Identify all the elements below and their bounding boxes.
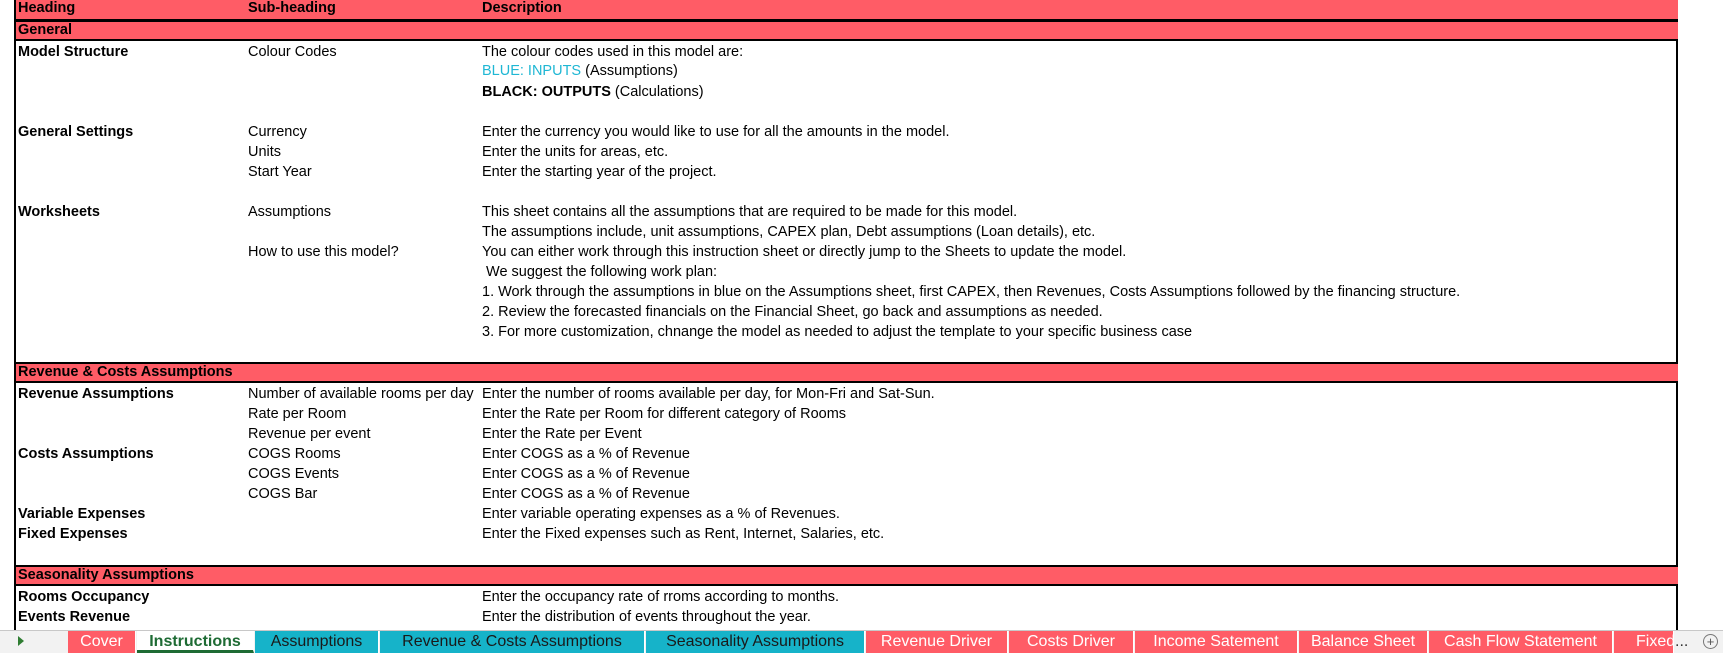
table-row[interactable]: The assumptions include, unit assumption… — [16, 222, 1678, 242]
row-description: 1. Work through the assumptions in blue … — [482, 284, 1461, 300]
section-general: General — [16, 20, 1678, 41]
row-description: Enter the number of rooms available per … — [482, 386, 935, 402]
row-heading: Events Revenue — [18, 609, 131, 625]
row-description: Enter variable operating expenses as a %… — [482, 506, 840, 522]
tab-fixed[interactable]: Fixed — [1614, 631, 1674, 653]
tab-costs-driver[interactable]: Costs Driver — [1009, 631, 1134, 653]
row-subheading: Currency — [248, 124, 307, 140]
table-row[interactable]: COGS Bar Enter COGS as a % of Revenue — [16, 484, 1678, 504]
tab-income-statement[interactable]: Income Satement — [1135, 631, 1298, 653]
tab-balance-sheet[interactable]: Balance Sheet — [1299, 631, 1428, 653]
row-description: You can either work through this instruc… — [482, 244, 1127, 260]
table-row[interactable]: How to use this model? You can either wo… — [16, 242, 1678, 262]
table-row[interactable]: 3. For more customization, chnange the m… — [16, 322, 1678, 342]
row-heading: Revenue Assumptions — [18, 386, 174, 402]
row-heading: General Settings — [18, 124, 134, 140]
row-description: Enter the starting year of the project. — [482, 164, 717, 180]
more-tabs-ellipsis[interactable]: ... — [1675, 631, 1688, 653]
row-description: This sheet contains all the assumptions … — [482, 204, 1018, 220]
tab-cash-flow-statement[interactable]: Cash Flow Statement — [1429, 631, 1613, 653]
row-subheading: Rate per Room — [248, 406, 347, 422]
section-title: General — [18, 22, 72, 38]
table-row[interactable]: Variable Expenses Enter variable operati… — [16, 504, 1678, 524]
row-description: Enter COGS as a % of Revenue — [482, 446, 690, 462]
row-description: The colour codes used in this model are: — [482, 44, 744, 60]
row-description: Enter the units for areas, etc. — [482, 144, 669, 160]
scroll-tabs-right-icon[interactable] — [18, 636, 24, 646]
table-row[interactable]: Revenue per event Enter the Rate per Eve… — [16, 424, 1678, 444]
row-description: Enter the occupancy rate of rroms accord… — [482, 589, 840, 605]
row-description: The assumptions include, unit assumption… — [482, 224, 1096, 240]
row-description: Enter the Rate per Room for different ca… — [482, 406, 847, 422]
table-row[interactable]: 2. Review the forecasted financials on t… — [16, 302, 1678, 322]
blue-inputs-note: (Assumptions) — [581, 63, 678, 79]
row-description: Enter the Rate per Event — [482, 426, 642, 442]
row-description: 3. For more customization, chnange the m… — [482, 324, 1193, 340]
row-subheading: Units — [248, 144, 282, 160]
section-title: Revenue & Costs Assumptions — [18, 364, 233, 380]
row-description: Enter COGS as a % of Revenue — [482, 486, 690, 502]
column-header-row: Heading Sub-heading Description — [16, 0, 1678, 21]
table-row[interactable]: Costs Assumptions COGS Rooms Enter COGS … — [16, 444, 1678, 464]
table-row[interactable]: COGS Events Enter COGS as a % of Revenue — [16, 464, 1678, 484]
row-heading: Variable Expenses — [18, 506, 146, 522]
table-row[interactable]: BLUE: INPUTS (Assumptions) — [16, 61, 1678, 81]
row-heading: Model Structure — [18, 44, 129, 60]
row-subheading: Start Year — [248, 164, 312, 180]
row-subheading: How to use this model? — [248, 244, 399, 260]
row-description: We suggest the following work plan: — [482, 264, 718, 280]
table-row[interactable]: General Settings Currency Enter the curr… — [16, 122, 1678, 142]
table-row[interactable]: Rooms Occupancy Enter the occupancy rate… — [16, 587, 1678, 607]
tab-cover[interactable]: Cover — [68, 631, 136, 653]
row-description: Enter the currency you would like to use… — [482, 124, 950, 140]
row-subheading: Assumptions — [248, 204, 332, 220]
table-row[interactable]: We suggest the following work plan: — [16, 262, 1678, 282]
row-description: Enter the distribution of events through… — [482, 609, 811, 625]
subheading-column-header: Sub-heading — [248, 0, 336, 16]
heading-column-header: Heading — [18, 0, 76, 16]
table-row[interactable]: Fixed Expenses Enter the Fixed expenses … — [16, 524, 1678, 544]
table-row[interactable]: Units Enter the units for areas, etc. — [16, 142, 1678, 162]
row-description: Enter COGS as a % of Revenue — [482, 466, 690, 482]
black-outputs-note: (Calculations) — [610, 84, 704, 100]
row-description: BLACK: OUTPUTS (Calculations) — [482, 82, 704, 102]
tab-assumptions[interactable]: Assumptions — [255, 631, 379, 653]
section-revenue-costs: Revenue & Costs Assumptions — [16, 362, 1678, 383]
tab-seasonality-assumptions[interactable]: Seasonality Assumptions — [646, 631, 865, 653]
row-heading: Costs Assumptions — [18, 446, 154, 462]
table-row[interactable]: Revenue Assumptions Number of available … — [16, 384, 1678, 404]
sheet-tab-bar: Cover Instructions Assumptions Revenue &… — [0, 630, 1723, 653]
tab-instructions[interactable]: Instructions — [137, 631, 254, 653]
table-row[interactable]: Worksheets Assumptions This sheet contai… — [16, 202, 1678, 222]
black-outputs-label: BLACK: OUTPUTS — [482, 84, 611, 100]
row-heading: Rooms Occupancy — [18, 589, 150, 605]
row-subheading: COGS Bar — [248, 486, 318, 502]
row-heading: Worksheets — [18, 204, 100, 220]
table-row[interactable]: Rate per Room Enter the Rate per Room fo… — [16, 404, 1678, 424]
row-subheading: COGS Events — [248, 466, 340, 482]
row-description: BLUE: INPUTS (Assumptions) — [482, 61, 678, 81]
table-row[interactable]: Events Revenue Enter the distribution of… — [16, 607, 1678, 627]
tab-revenue-costs-assumptions[interactable]: Revenue & Costs Assumptions — [380, 631, 645, 653]
row-description: Enter the Fixed expenses such as Rent, I… — [482, 526, 885, 542]
description-column-header: Description — [482, 0, 562, 16]
spreadsheet-grid[interactable]: Heading Sub-heading Description General … — [0, 0, 1723, 630]
table-row[interactable]: 1. Work through the assumptions in blue … — [16, 282, 1678, 302]
row-subheading: COGS Rooms — [248, 446, 341, 462]
row-subheading: Colour Codes — [248, 44, 337, 60]
table-row[interactable]: Model Structure Colour Codes The colour … — [16, 42, 1678, 62]
section-seasonality: Seasonality Assumptions — [16, 565, 1678, 586]
row-subheading: Number of available rooms per day — [248, 386, 474, 402]
row-description: 2. Review the forecasted financials on t… — [482, 304, 1103, 320]
row-heading: Fixed Expenses — [18, 526, 128, 542]
section-title: Seasonality Assumptions — [18, 567, 194, 583]
row-subheading: Revenue per event — [248, 426, 371, 442]
tab-revenue-driver[interactable]: Revenue Driver — [866, 631, 1008, 653]
add-sheet-icon[interactable]: + — [1703, 634, 1718, 649]
table-row[interactable]: BLACK: OUTPUTS (Calculations) — [16, 82, 1678, 102]
table-row[interactable]: Start Year Enter the starting year of th… — [16, 162, 1678, 182]
blue-inputs-label: BLUE: INPUTS — [482, 63, 582, 79]
